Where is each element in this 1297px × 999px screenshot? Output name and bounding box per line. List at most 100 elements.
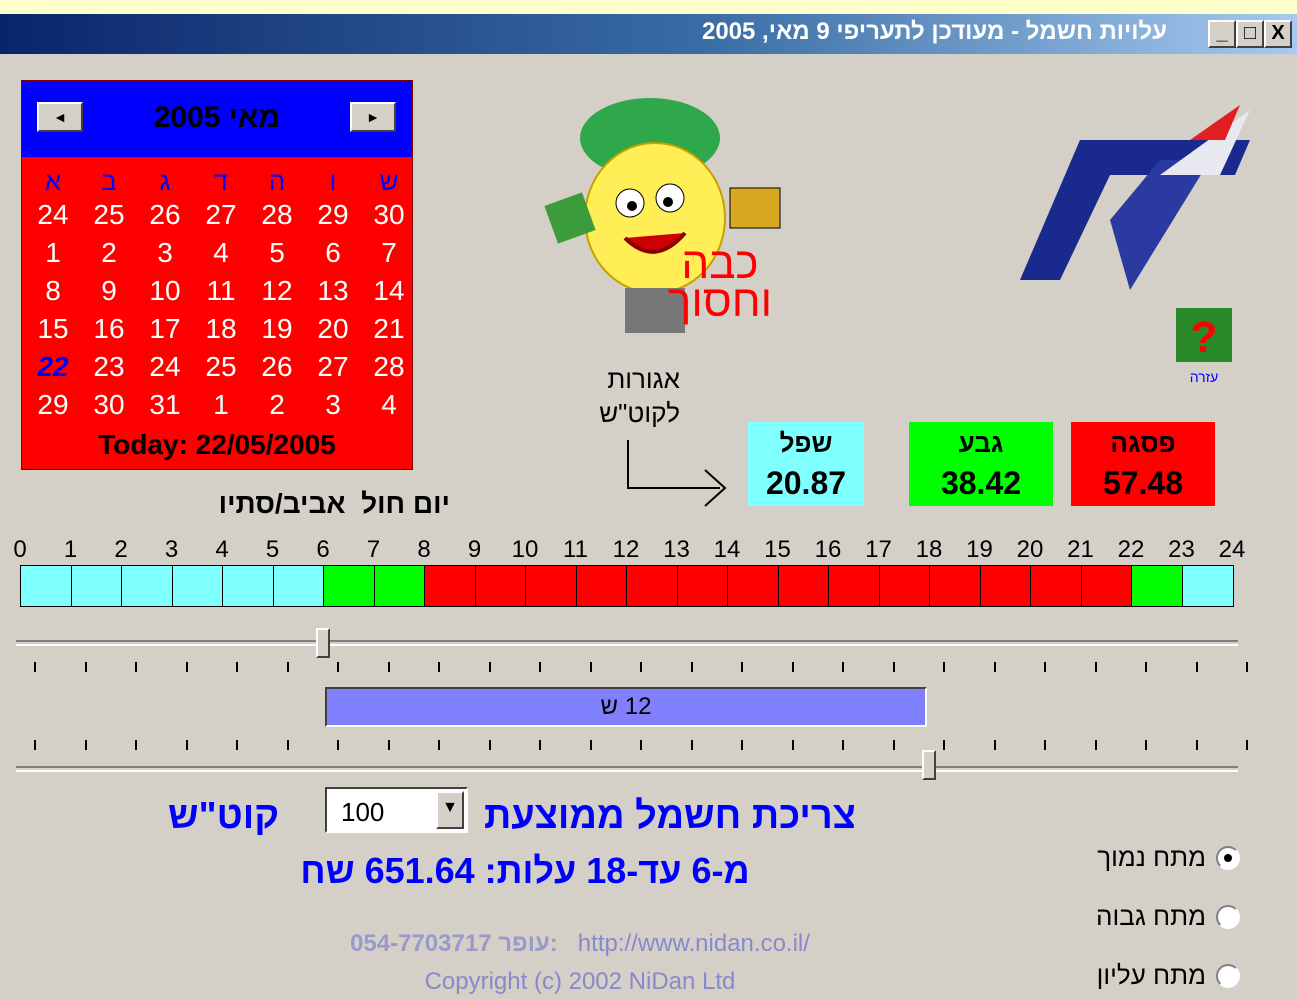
help-button[interactable]: ? עזרה <box>1172 306 1236 386</box>
calendar-day[interactable]: 26 <box>137 199 193 231</box>
calendar-next-button[interactable]: ► <box>350 102 396 132</box>
start-slider-thumb[interactable] <box>316 628 330 658</box>
calendar-day[interactable]: 31 <box>137 389 193 421</box>
calendar-day[interactable]: 2 <box>249 389 305 421</box>
radio-extra-high-voltage[interactable]: מתח עליון <box>1000 958 1240 998</box>
minimize-button[interactable]: _ <box>1208 20 1236 48</box>
consumption-select[interactable]: 100 ▼ <box>325 787 468 833</box>
hour-cell[interactable] <box>121 565 173 607</box>
hour-cell[interactable] <box>1080 565 1133 607</box>
calendar-day[interactable]: 22 <box>25 351 81 383</box>
hour-cell[interactable] <box>676 565 729 607</box>
start-slider-track[interactable] <box>16 640 1238 646</box>
radio-button[interactable] <box>1216 905 1240 929</box>
slider-tick <box>185 740 188 750</box>
calendar-day[interactable]: 23 <box>81 351 137 383</box>
slider-tick <box>943 662 945 672</box>
calendar-day[interactable]: 26 <box>249 351 305 383</box>
hour-cell[interactable] <box>424 565 476 607</box>
minimize-icon: _ <box>1216 22 1228 44</box>
calendar-day[interactable]: 11 <box>193 275 249 307</box>
hour-cell[interactable] <box>1181 565 1234 607</box>
calendar-day[interactable]: 19 <box>249 313 305 345</box>
hour-cell[interactable] <box>575 565 628 607</box>
calendar-day[interactable]: 4 <box>361 389 417 421</box>
hour-cell[interactable] <box>373 565 426 607</box>
calendar-day[interactable]: 10 <box>137 275 193 307</box>
slider-tick <box>640 740 642 750</box>
calendar-day[interactable]: 1 <box>193 389 249 421</box>
hour-label: 7 <box>366 536 381 563</box>
radio-button[interactable] <box>1216 964 1240 988</box>
end-slider-track[interactable] <box>16 766 1238 772</box>
calendar-day[interactable]: 6 <box>305 237 361 269</box>
calendar-day[interactable]: 27 <box>193 199 249 231</box>
calendar-day[interactable]: 9 <box>81 275 137 307</box>
calendar-day[interactable]: 4 <box>193 237 249 269</box>
calendar-day[interactable]: 16 <box>81 313 137 345</box>
maximize-button[interactable]: □ <box>1236 20 1264 48</box>
calendar-day[interactable]: 30 <box>81 389 137 421</box>
hour-cell[interactable] <box>727 565 779 607</box>
calendar-day[interactable]: 20 <box>305 313 361 345</box>
calendar-day[interactable]: 28 <box>361 351 417 383</box>
hour-cell[interactable] <box>272 565 325 607</box>
calendar-day[interactable]: 24 <box>137 351 193 383</box>
hour-cell[interactable] <box>70 565 123 607</box>
calendar-day[interactable]: 8 <box>25 275 81 307</box>
hour-tariff-bar[interactable] <box>20 565 1234 607</box>
calendar-day[interactable]: 3 <box>137 237 193 269</box>
hour-cell[interactable] <box>1030 565 1082 607</box>
radio-button[interactable] <box>1216 846 1240 870</box>
calendar-prev-button[interactable]: ◄ <box>37 102 83 132</box>
calendar-day[interactable]: 13 <box>305 275 361 307</box>
calendar-day[interactable]: 3 <box>305 389 361 421</box>
hour-cell[interactable] <box>979 565 1032 607</box>
calendar-day[interactable]: 21 <box>361 313 417 345</box>
footer-url-link[interactable]: http://www.nidan.co.il/ <box>578 930 810 957</box>
calendar-day[interactable]: 24 <box>25 199 81 231</box>
close-button[interactable]: X <box>1264 20 1292 48</box>
calendar-today-label[interactable]: Today: 22/05/2005 <box>22 429 412 461</box>
calendar-day[interactable]: 30 <box>361 199 417 231</box>
calendar-day[interactable]: 25 <box>193 351 249 383</box>
hour-cell[interactable] <box>171 565 224 607</box>
calendar[interactable]: ◄ מאי 2005 ► א ב ג ד ה ו ש 24 25 26 27 28 29 3… <box>21 80 413 470</box>
hour-cell[interactable] <box>20 565 72 607</box>
day-info-label: יום חול אביב/סתיו <box>150 488 450 520</box>
calendar-day[interactable]: 25 <box>81 199 137 231</box>
hour-label: 8 <box>417 536 431 563</box>
hour-cell[interactable] <box>777 565 830 607</box>
hour-labels: 0 1 2 3 4 5 6 7 8 9 10 11 12 13 14 15 16 17 18 19 20 21 22 23 24 <box>0 536 1297 566</box>
calendar-day[interactable]: 29 <box>305 199 361 231</box>
calendar-day[interactable]: 7 <box>361 237 417 269</box>
radio-high-voltage[interactable]: מתח גבוה <box>1000 899 1240 939</box>
hour-cell[interactable] <box>929 565 981 607</box>
hour-cell[interactable] <box>222 565 274 607</box>
calendar-day[interactable]: 2 <box>81 237 137 269</box>
hour-cell[interactable] <box>323 565 375 607</box>
hour-cell[interactable] <box>1131 565 1183 607</box>
footer-phone: 054-7703717 <box>350 930 492 957</box>
chevron-down-icon[interactable]: ▼ <box>436 791 464 829</box>
calendar-day[interactable]: 1 <box>25 237 81 269</box>
calendar-day[interactable]: 29 <box>25 389 81 421</box>
calendar-day[interactable]: 28 <box>249 199 305 231</box>
end-slider-thumb[interactable] <box>922 750 936 780</box>
radio-low-voltage[interactable]: מתח נמוך <box>1000 840 1240 880</box>
calendar-day[interactable]: 15 <box>25 313 81 345</box>
hour-cell[interactable] <box>474 565 527 607</box>
calendar-day[interactable]: 5 <box>249 237 305 269</box>
calendar-day[interactable]: 27 <box>305 351 361 383</box>
arrow-right-icon: ► <box>366 109 380 125</box>
hour-cell[interactable] <box>626 565 678 607</box>
hour-cell[interactable] <box>878 565 931 607</box>
slider-tick <box>236 740 238 750</box>
calendar-day[interactable]: 17 <box>137 313 193 345</box>
hour-cell[interactable] <box>525 565 577 607</box>
hour-label: 6 <box>316 536 330 563</box>
calendar-day[interactable]: 18 <box>193 313 249 345</box>
hour-cell[interactable] <box>828 565 880 607</box>
calendar-day[interactable]: 14 <box>361 275 417 307</box>
calendar-day[interactable]: 12 <box>249 275 305 307</box>
